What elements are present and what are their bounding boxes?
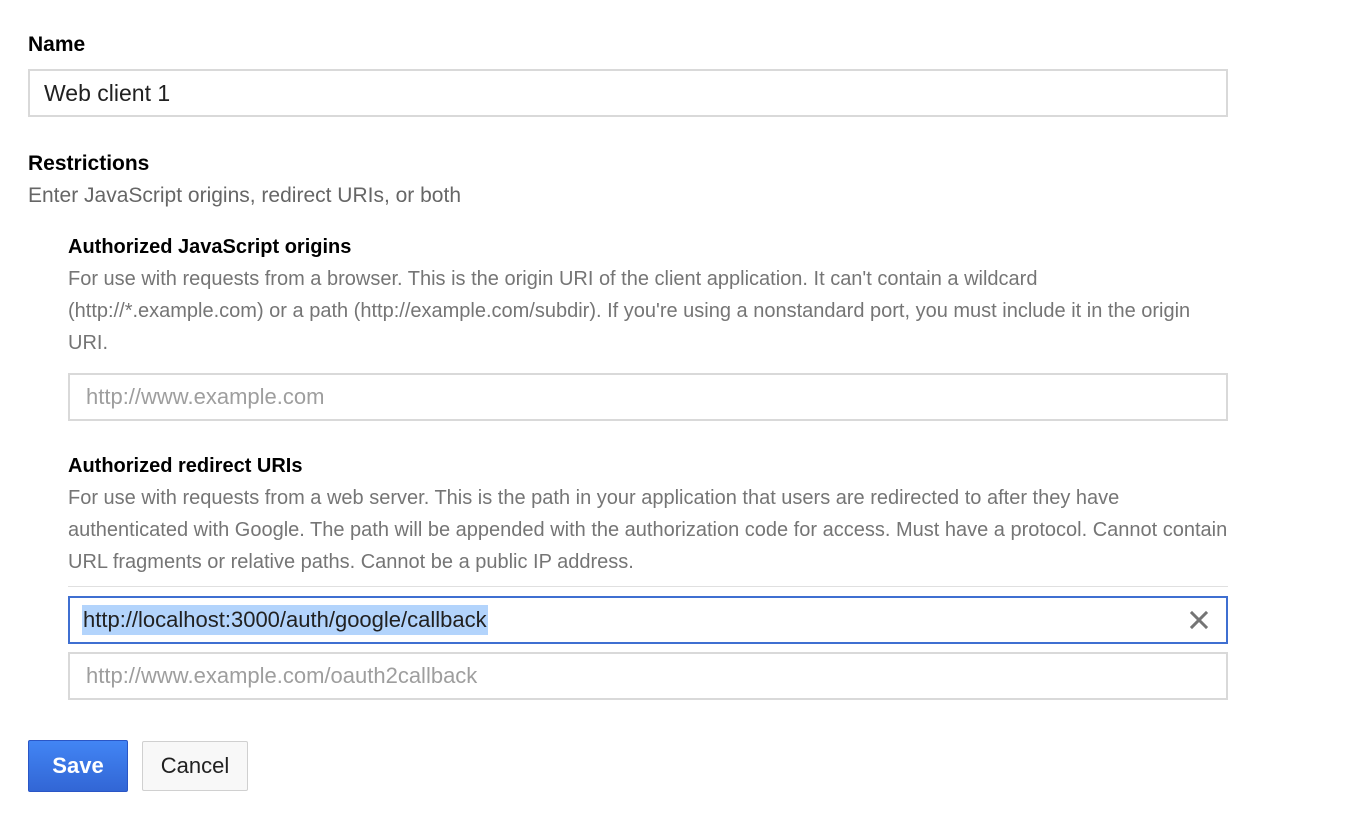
redirect-uri-entry[interactable]: http://localhost:3000/auth/google/callba… <box>68 596 1228 644</box>
redirect-uris-section: Authorized redirect URIs For use with re… <box>68 453 1228 700</box>
js-origins-description: For use with requests from a browser. Th… <box>68 268 1191 354</box>
redirect-uri-input[interactable] <box>68 652 1228 700</box>
form-actions: Save Cancel <box>28 740 1370 792</box>
redirect-uris-description: For use with requests from a web server.… <box>68 487 1228 573</box>
divider <box>68 586 1228 587</box>
name-input[interactable] <box>28 69 1228 117</box>
restrictions-title: Restrictions <box>28 152 150 175</box>
restrictions-hint: Enter JavaScript origins, redirect URIs,… <box>28 184 462 207</box>
redirect-uri-value[interactable]: http://localhost:3000/auth/google/callba… <box>82 605 488 635</box>
oauth-client-form: Name Restrictions Enter JavaScript origi… <box>0 0 1370 838</box>
name-label: Name <box>28 33 86 56</box>
js-origin-input[interactable] <box>68 373 1228 421</box>
save-button[interactable]: Save <box>28 740 128 792</box>
js-origins-title: Authorized JavaScript origins <box>68 236 352 258</box>
redirect-uris-title: Authorized redirect URIs <box>68 455 303 477</box>
close-icon[interactable] <box>1188 609 1210 631</box>
cancel-button[interactable]: Cancel <box>142 741 248 791</box>
js-origins-section: Authorized JavaScript origins For use wi… <box>68 234 1228 421</box>
